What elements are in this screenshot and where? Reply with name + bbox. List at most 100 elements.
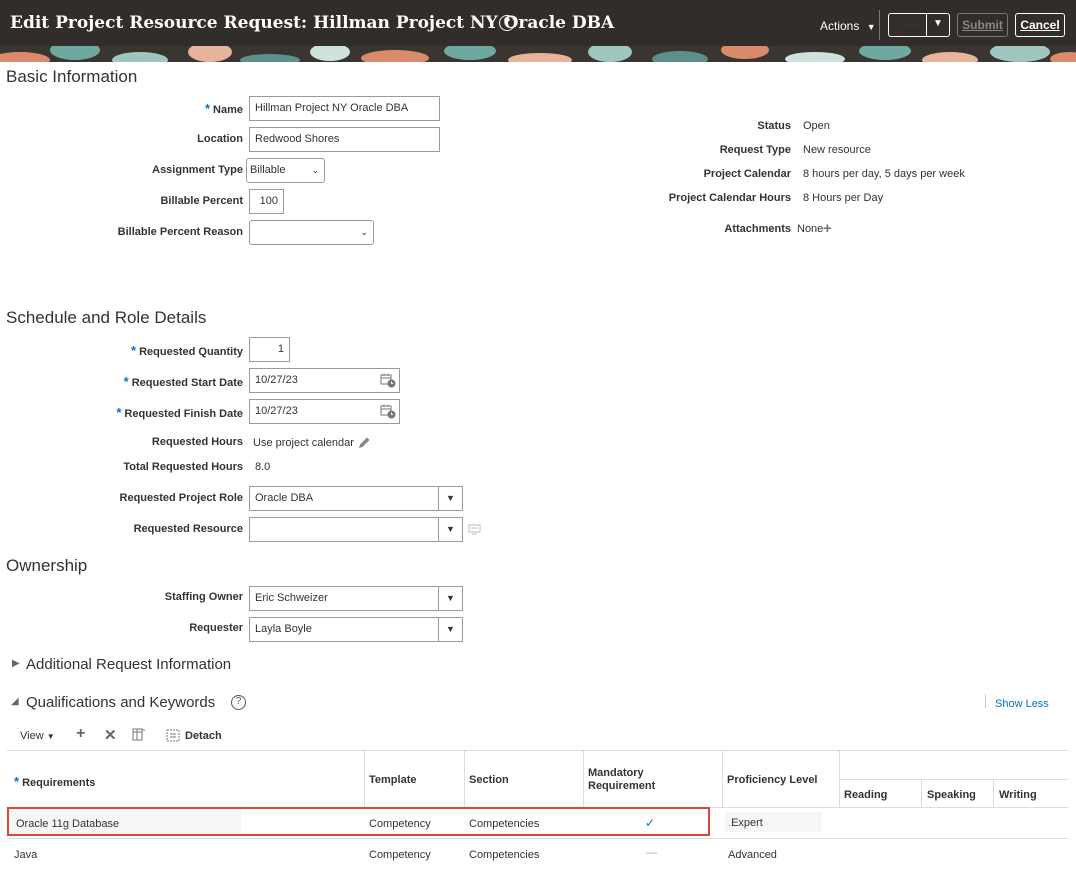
finish-date-input[interactable]: 10/27/23 (249, 399, 400, 424)
location-input[interactable]: Redwood Shores (249, 127, 440, 152)
status-label: Status (757, 120, 791, 132)
ownership-title: Ownership (6, 556, 88, 575)
table-row-proficiency[interactable]: Advanced (728, 849, 777, 861)
table-row-section: Competencies (469, 849, 540, 861)
additional-info-title[interactable]: Additional Request Information (26, 656, 231, 673)
start-date-input[interactable]: 10/27/23 (249, 368, 400, 393)
project-role-label: Requested Project Role (119, 492, 243, 504)
required-icon: * (14, 774, 20, 789)
requested-resource-combobox[interactable]: ▼ (249, 517, 463, 542)
cancel-button[interactable]: Cancel (1015, 13, 1065, 37)
column-divider (364, 750, 365, 807)
add-attachment-icon[interactable]: + (823, 221, 832, 236)
quantity-input[interactable]: 1 (249, 337, 290, 362)
qualifications-title[interactable]: Qualifications and Keywords (26, 694, 215, 711)
submit-button[interactable]: Submit (957, 13, 1008, 37)
page-title: Edit Project Resource Request: Hillman P… (10, 13, 615, 33)
basic-information-title: Basic Information (6, 67, 138, 86)
calendar-hours-label: Project Calendar Hours (668, 192, 791, 204)
required-icon: * (123, 374, 129, 389)
assignment-type-value: Billable (250, 164, 286, 176)
start-date-label: * Requested Start Date (123, 374, 243, 389)
column-header-mandatory[interactable]: Mandatory Requirement (588, 767, 655, 792)
total-hours-value: 8.0 (255, 461, 271, 473)
requested-hours-label: Requested Hours (151, 436, 243, 448)
column-header-writing[interactable]: Writing (999, 789, 1037, 801)
attachments-label: Attachments (724, 223, 791, 235)
name-input[interactable]: Hillman Project NY Oracle DBA (249, 96, 440, 121)
save-dropdown-icon[interactable]: ▼ (933, 18, 943, 29)
request-type-label: Request Type (719, 144, 791, 156)
table-row-template: Competency (369, 849, 431, 861)
columns-icon[interactable] (132, 728, 146, 742)
start-date-value: 10/27/23 (255, 374, 298, 386)
table-top-border (7, 750, 1068, 751)
triangle-down-icon[interactable]: ◢ (11, 696, 19, 707)
actions-label: Actions (820, 19, 860, 33)
edit-pencil-icon[interactable] (357, 436, 371, 450)
column-divider (993, 779, 994, 807)
save-split-divider (926, 14, 927, 36)
delete-icon[interactable]: ✕ (104, 726, 117, 744)
table-row-requirement[interactable]: Java (14, 849, 37, 861)
view-menu[interactable]: View ▼ (20, 730, 55, 742)
assignment-type-select[interactable]: Billable ⌄ (246, 158, 325, 183)
table-subheader-border (839, 779, 1068, 780)
triangle-right-icon[interactable]: ▶ (12, 658, 20, 669)
column-divider (921, 779, 922, 807)
actions-menu-button[interactable]: Actions ▼ (820, 19, 876, 33)
table-row-border (7, 838, 1068, 839)
detach-button[interactable]: Detach (185, 730, 222, 742)
column-header-requirements[interactable]: * Requirements (14, 774, 95, 789)
header-divider (879, 10, 880, 40)
requester-label: Requester (189, 622, 243, 634)
billable-percent-label: Billable Percent (160, 195, 243, 207)
request-type-value: New resource (803, 144, 871, 156)
billable-percent-input[interactable]: 100 (249, 189, 284, 214)
calendar-icon[interactable] (380, 404, 396, 419)
requester-combobox[interactable]: Layla Boyle ▼ (249, 617, 463, 642)
column-header-speaking[interactable]: Speaking (927, 789, 976, 801)
triangle-down-icon[interactable]: ▼ (438, 618, 462, 641)
assignment-type-label: Assignment Type (152, 164, 243, 176)
dash-icon[interactable]: — (646, 847, 657, 859)
column-header-section[interactable]: Section (469, 774, 509, 786)
help-icon[interactable]: ? (499, 15, 515, 31)
project-calendar-label: Project Calendar (703, 168, 791, 180)
chevron-down-icon: ⌄ (360, 227, 368, 237)
project-calendar-value: 8 hours per day, 5 days per week (803, 168, 965, 180)
column-divider (839, 750, 840, 807)
quantity-label: * Requested Quantity (131, 343, 243, 358)
help-icon[interactable]: ? (231, 695, 246, 710)
attachments-value: None (797, 223, 824, 235)
triangle-down-icon[interactable]: ▼ (438, 518, 462, 541)
calendar-hours-value: 8 Hours per Day (803, 192, 884, 204)
required-icon: * (116, 405, 122, 420)
column-header-proficiency[interactable]: Proficiency Level (727, 774, 818, 786)
triangle-down-icon[interactable]: ▼ (438, 587, 462, 610)
detach-icon[interactable] (166, 729, 180, 742)
column-header-template[interactable]: Template (369, 774, 416, 786)
staffing-owner-combobox[interactable]: Eric Schweizer ▼ (249, 586, 463, 611)
resource-search-icon[interactable] (468, 523, 482, 536)
project-role-combobox[interactable]: Oracle DBA ▼ (249, 486, 463, 511)
requested-resource-label: Requested Resource (133, 523, 243, 535)
table-row-proficiency[interactable]: .Expert (728, 817, 763, 829)
requester-value: Layla Boyle (255, 623, 312, 635)
column-divider (464, 750, 465, 807)
show-less-link[interactable]: Show Less (995, 698, 1049, 710)
calendar-icon[interactable] (380, 373, 396, 388)
page-header: Edit Project Resource Request: Hillman P… (0, 0, 1076, 52)
add-icon[interactable]: + (76, 725, 85, 743)
finish-date-value: 10/27/23 (255, 405, 298, 417)
triangle-down-icon[interactable]: ▼ (438, 487, 462, 510)
billable-reason-select[interactable]: ⌄ (249, 220, 374, 245)
row-highlight-box (7, 807, 710, 836)
save-button[interactable]: Save ▼ (888, 13, 950, 37)
status-value: Open (803, 120, 830, 132)
staffing-owner-label: Staffing Owner (164, 591, 243, 603)
project-role-value: Oracle DBA (255, 492, 314, 504)
divider (985, 694, 986, 708)
column-header-reading[interactable]: Reading (844, 789, 887, 801)
schedule-title: Schedule and Role Details (6, 308, 207, 327)
